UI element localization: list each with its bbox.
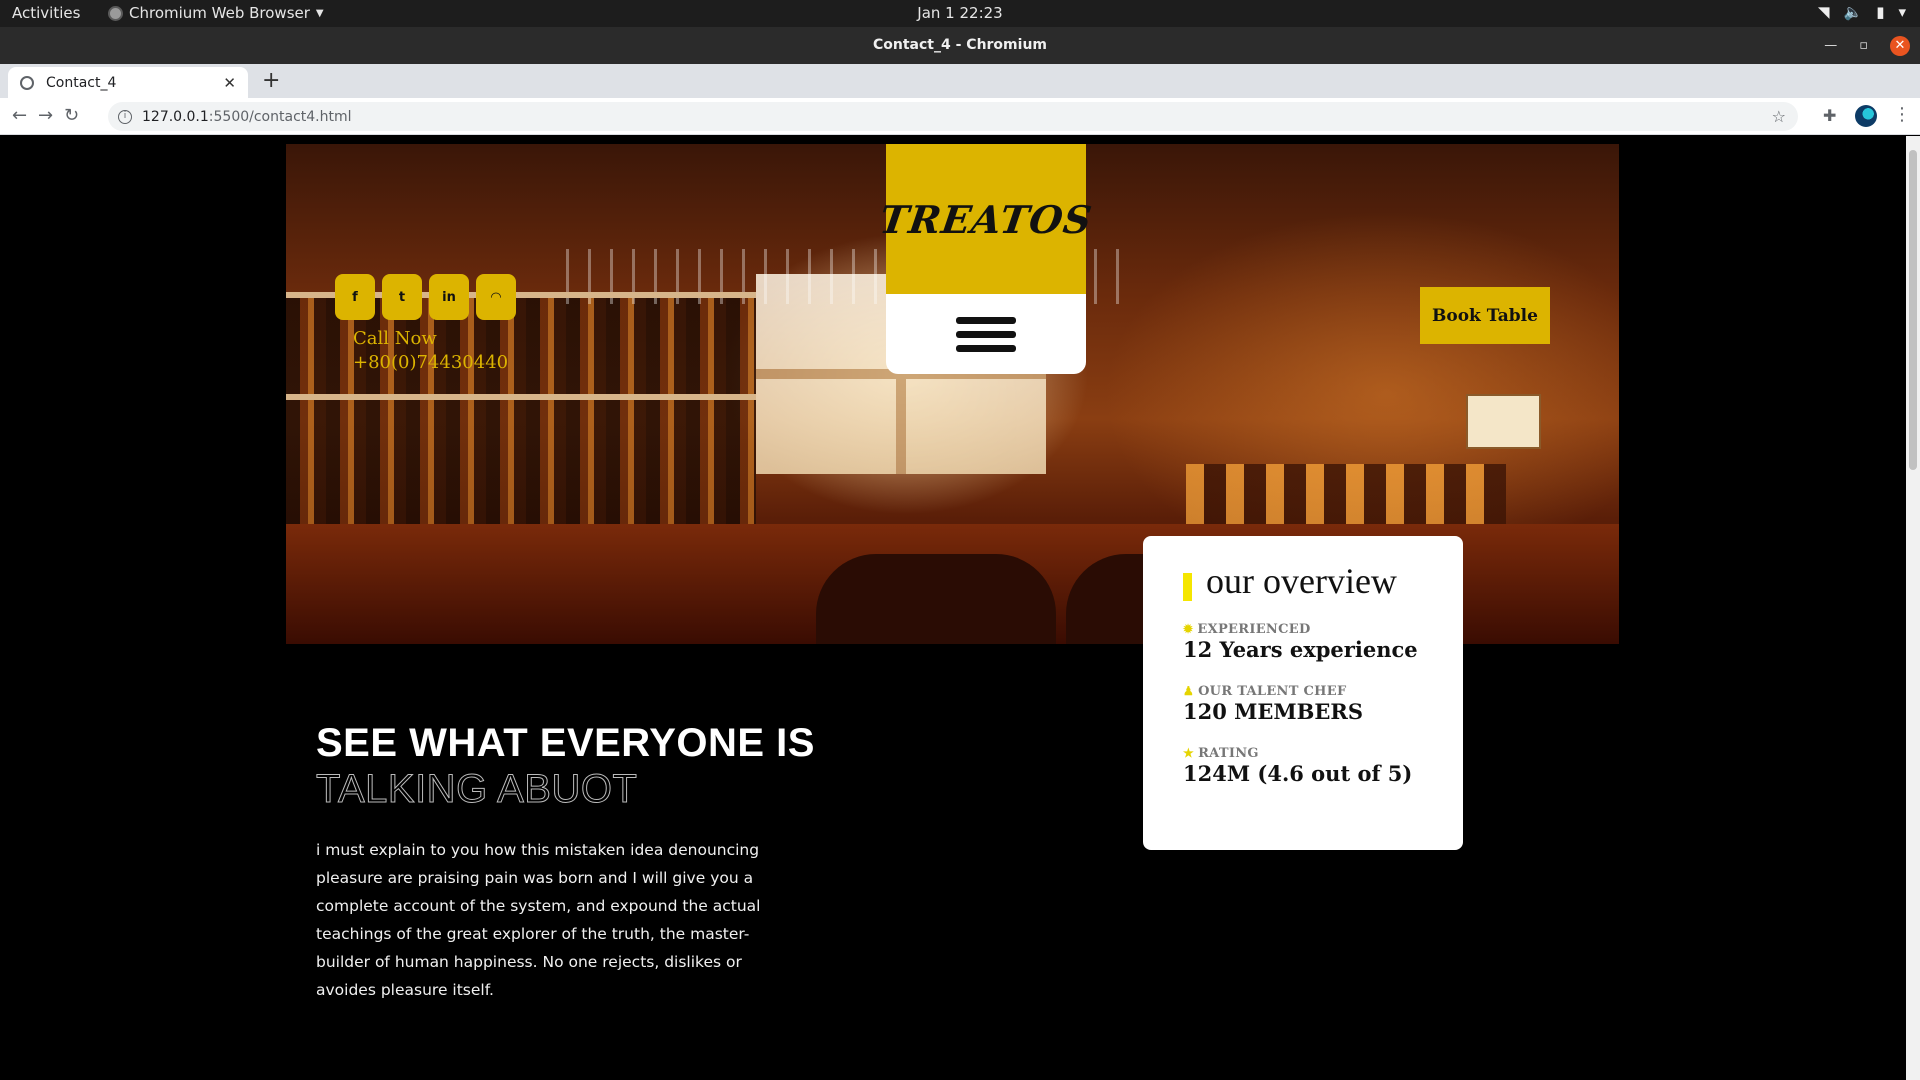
battery-icon: ▮ bbox=[1876, 3, 1885, 21]
profile-avatar[interactable] bbox=[1855, 105, 1877, 127]
overview-item-experience: ✹ EXPERIENCED 12 Years experience bbox=[1183, 622, 1463, 662]
minimize-icon[interactable]: — bbox=[1824, 27, 1837, 64]
site-logo[interactable]: TREATOS bbox=[877, 144, 1095, 294]
close-window-icon[interactable]: ✕ bbox=[1890, 35, 1910, 56]
testimonial-heading-outline: TALKING ABUOT bbox=[316, 767, 638, 812]
call-now-number: +80(0)74430440 bbox=[353, 352, 509, 373]
overview-value: 120 MEMBERS bbox=[1183, 699, 1364, 724]
browser-toolbar: ← → ↻ i 127.0.0.1:5500/contact4.html ☆ ✚… bbox=[0, 98, 1920, 135]
overview-item-rating: ★ RATING 124M (4.6 out of 5) bbox=[1183, 746, 1463, 786]
restore-icon[interactable]: ▫ bbox=[1859, 27, 1868, 64]
tab-contact-4[interactable]: Contact_4 ✕ bbox=[8, 67, 248, 98]
close-tab-icon[interactable]: ✕ bbox=[223, 74, 236, 92]
logo-text: TREATOS bbox=[876, 196, 1096, 242]
extensions-icon[interactable]: ✚ bbox=[1823, 106, 1836, 125]
hamburger-bar bbox=[956, 316, 1016, 324]
overview-value: 12 Years experience bbox=[1183, 637, 1418, 662]
headphones-icon[interactable]: ◠ bbox=[476, 274, 516, 320]
address-bar[interactable]: i 127.0.0.1:5500/contact4.html ☆ bbox=[108, 102, 1798, 131]
volume-icon: 🔈 bbox=[1843, 3, 1863, 21]
hero-chair bbox=[816, 554, 1056, 644]
tab-title: Contact_4 bbox=[46, 74, 117, 91]
testimonial-section: SEE WHAT EVERYONE IS TALKING ABUOT i mus… bbox=[316, 720, 816, 1004]
social-links: f t in ◠ bbox=[335, 274, 516, 320]
gear-icon: ✹ bbox=[1183, 622, 1194, 636]
call-now-label: Call Now bbox=[353, 328, 437, 349]
overview-label: OUR TALENT CHEF bbox=[1198, 684, 1347, 699]
hamburger-bar bbox=[956, 344, 1016, 352]
book-table-button[interactable]: Book Table bbox=[1420, 287, 1550, 344]
scrollbar-thumb[interactable] bbox=[1909, 150, 1917, 470]
clock[interactable]: Jan 1 22:23 bbox=[0, 4, 1920, 22]
wifi-icon: ◥ bbox=[1817, 3, 1830, 21]
hero-coffee-sign bbox=[1466, 394, 1541, 449]
back-icon[interactable]: ← bbox=[12, 105, 27, 126]
star-icon: ★ bbox=[1183, 746, 1195, 760]
overview-value: 124M (4.6 out of 5) bbox=[1183, 761, 1413, 786]
overview-marker bbox=[1183, 573, 1192, 601]
overview-title: our overview bbox=[1206, 561, 1397, 601]
browser-menu-icon[interactable]: ⋮ bbox=[1893, 104, 1911, 125]
testimonial-heading: SEE WHAT EVERYONE IS bbox=[316, 721, 815, 765]
overview-item-chef: ♟ OUR TALENT CHEF 120 MEMBERS bbox=[1183, 684, 1463, 724]
forward-icon[interactable]: → bbox=[38, 105, 53, 126]
page-viewport: TREATOS f t in ◠ Call Now +80(0)74430440… bbox=[0, 136, 1906, 1080]
tray-caret-icon: ▾ bbox=[1898, 3, 1906, 21]
os-top-bar: Activities Chromium Web Browser ▼ Jan 1 … bbox=[0, 0, 1920, 27]
call-now[interactable]: Call Now +80(0)74430440 bbox=[353, 327, 508, 375]
window-title: Contact_4 - Chromium bbox=[873, 37, 1047, 53]
new-tab-button[interactable]: + bbox=[262, 68, 280, 93]
tab-strip: Contact_4 ✕ + bbox=[0, 64, 1920, 98]
overview-label: RATING bbox=[1198, 746, 1259, 761]
hamburger-bar bbox=[956, 330, 1016, 338]
hamburger-menu-button[interactable] bbox=[886, 294, 1086, 374]
bookmark-star-icon[interactable]: ☆ bbox=[1772, 107, 1786, 126]
overview-card: our overview ✹ EXPERIENCED 12 Years exper… bbox=[1143, 536, 1463, 850]
site-info-icon[interactable]: i bbox=[118, 109, 132, 124]
globe-icon bbox=[20, 75, 34, 90]
url-path: :5500/contact4.html bbox=[208, 108, 352, 125]
person-icon: ♟ bbox=[1183, 684, 1195, 698]
twitter-icon[interactable]: t bbox=[382, 274, 422, 320]
url-host: 127.0.0.1 bbox=[142, 108, 209, 125]
system-tray[interactable]: ◥ 🔈 ▮ ▾ bbox=[1818, 3, 1906, 21]
overview-label: EXPERIENCED bbox=[1197, 622, 1311, 637]
linkedin-icon[interactable]: in bbox=[429, 274, 469, 320]
testimonial-body: i must explain to you how this mistaken … bbox=[316, 841, 761, 999]
window-title-bar: Contact_4 - Chromium — ▫ ✕ bbox=[0, 27, 1920, 64]
hero-shelf bbox=[286, 394, 756, 400]
page-scrollbar[interactable] bbox=[1906, 136, 1920, 1080]
facebook-icon[interactable]: f bbox=[335, 274, 375, 320]
reload-icon[interactable]: ↻ bbox=[64, 105, 79, 126]
